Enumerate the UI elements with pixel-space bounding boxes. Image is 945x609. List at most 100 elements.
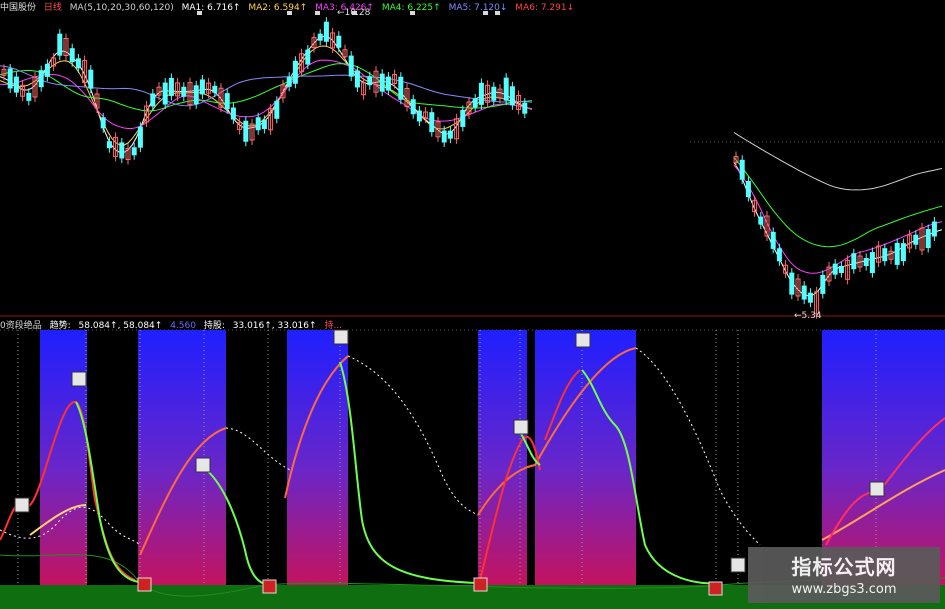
candle-body — [807, 292, 813, 303]
candle-body — [348, 55, 354, 77]
candle-body — [447, 130, 453, 139]
candle-body — [441, 130, 447, 143]
candle-body — [26, 92, 32, 101]
candle-body — [460, 109, 466, 127]
candle-body — [913, 234, 919, 245]
candle-body — [416, 110, 422, 122]
candle-body — [472, 98, 478, 108]
candle-body — [137, 126, 143, 148]
candle-body — [770, 231, 776, 249]
candle-body — [758, 216, 764, 225]
candle-body — [336, 35, 342, 48]
candle-body — [230, 107, 236, 120]
candle-body — [323, 21, 329, 42]
candle-body — [789, 272, 795, 295]
candle-body — [274, 100, 280, 119]
decay-dotted-line — [225, 427, 291, 471]
candle-body — [224, 93, 230, 110]
candle-body — [75, 58, 81, 69]
candle-body — [509, 86, 515, 106]
candle-body — [832, 263, 838, 275]
candle-body — [255, 117, 261, 131]
signal-band — [40, 330, 87, 585]
stock-chart-window: 中国股份 日线 MA(5,10,20,30,60,120) MA1: 6.716… — [0, 0, 945, 609]
watermark-banner: 指标公式网 www.zbgs3.com — [748, 547, 940, 603]
candle-body — [88, 69, 94, 89]
candle-body — [212, 85, 218, 93]
candle-body — [7, 68, 13, 89]
sell-signal-icon[interactable] — [869, 481, 885, 497]
signal-band — [535, 330, 636, 585]
decay-dotted-line — [347, 355, 479, 516]
candle-body — [522, 102, 528, 114]
chart-canvas[interactable]: ←10.28 ←5.34 — [0, 0, 945, 609]
candle-body — [150, 93, 156, 107]
sell-signal-icon[interactable] — [513, 419, 529, 435]
candle-body — [131, 147, 137, 156]
candle-body — [199, 79, 205, 95]
candle-body — [820, 274, 826, 294]
candle-body — [398, 76, 404, 100]
high-price-label: ←10.28 — [337, 8, 371, 18]
price-panel: ←10.28 ←5.34 — [0, 8, 945, 321]
candle-body — [869, 252, 875, 274]
candle-body — [931, 221, 937, 237]
candle-body — [243, 120, 249, 142]
sell-signal-icon[interactable] — [195, 457, 211, 473]
candle-body — [286, 76, 292, 87]
decay-dotted-line — [635, 347, 761, 546]
candle-body — [894, 242, 900, 265]
candle-body — [305, 49, 311, 65]
candle-body — [900, 243, 906, 262]
low-price-label: ←5.34 — [794, 311, 822, 321]
candle-body — [379, 73, 385, 92]
candle-body — [882, 248, 888, 262]
candle-body — [385, 76, 391, 91]
moving-average-lines — [0, 35, 943, 297]
sell-signal-icon[interactable] — [575, 332, 591, 348]
candle-body — [106, 141, 112, 149]
candle-body — [491, 86, 497, 101]
candle-body — [410, 99, 416, 115]
buy-signal-icon[interactable] — [262, 579, 277, 594]
buy-signal-icon[interactable] — [708, 581, 723, 596]
ma5-line — [733, 132, 943, 191]
candle-body — [367, 76, 373, 86]
ma5-line — [0, 65, 533, 107]
candle-body — [478, 82, 484, 105]
candle-body — [838, 265, 844, 273]
sell-signal-icon[interactable] — [333, 329, 349, 345]
candle-body — [57, 33, 63, 56]
hold-line-segment — [339, 361, 479, 584]
candle-body — [100, 117, 106, 129]
candle-body — [69, 48, 75, 63]
candle-body — [181, 86, 187, 97]
sell-signal-icon[interactable] — [730, 557, 746, 573]
candle-body — [119, 142, 125, 159]
candle-body — [925, 229, 931, 249]
candle-body — [776, 248, 782, 262]
buy-signal-icon[interactable] — [137, 577, 152, 592]
candle-body — [863, 258, 869, 267]
candle-body — [503, 77, 509, 101]
candle-body — [317, 33, 323, 41]
candle-body — [292, 60, 298, 84]
candle-body — [13, 76, 19, 93]
sell-signal-icon[interactable] — [14, 497, 30, 513]
candle-body — [193, 85, 199, 105]
candle-body — [162, 82, 168, 105]
buy-signal-icon[interactable] — [473, 577, 488, 592]
watermark-title: 指标公式网 — [791, 555, 897, 579]
candle-body — [739, 159, 745, 180]
candle-body — [354, 70, 360, 88]
candle-body — [851, 253, 857, 270]
sell-signal-icon[interactable] — [71, 371, 87, 387]
candle-body — [44, 63, 50, 77]
candle-body — [168, 77, 174, 96]
signal-band — [138, 330, 226, 585]
candle-body — [38, 70, 44, 88]
candle-body — [261, 120, 267, 130]
watermark-url: www.zbgs3.com — [791, 582, 897, 597]
ma4-line — [0, 63, 533, 112]
candle-body — [801, 285, 807, 300]
